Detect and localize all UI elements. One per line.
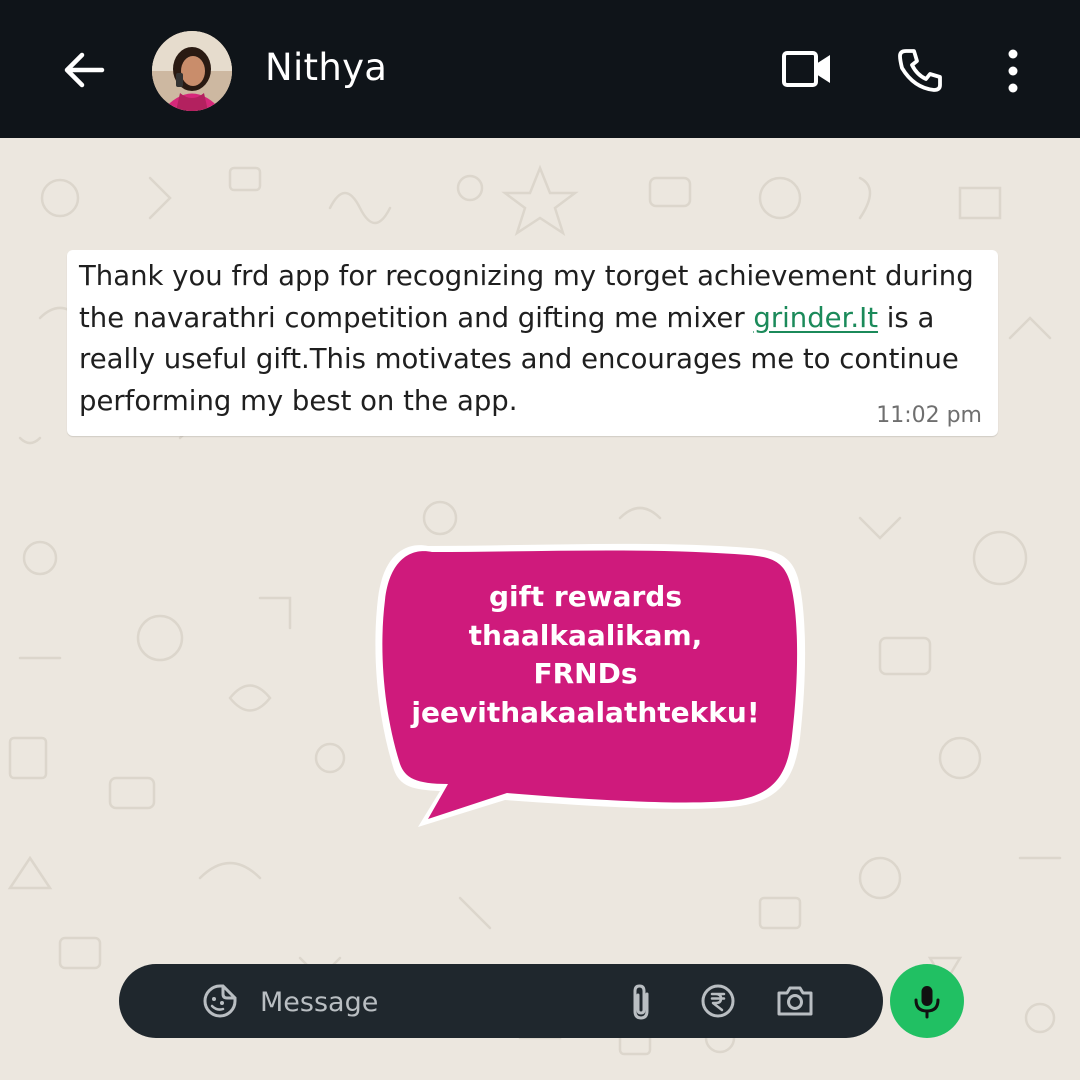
video-call-button[interactable] xyxy=(780,46,834,92)
rupee-icon xyxy=(701,984,735,1018)
more-options-button[interactable] xyxy=(1000,46,1026,96)
attachment-icon xyxy=(633,984,649,1020)
sticker-icon xyxy=(203,984,237,1018)
promo-line: jeevithakaalathtekku! xyxy=(411,695,760,729)
avatar-image xyxy=(152,31,232,111)
message-link[interactable]: grinder.It xyxy=(753,302,878,334)
video-call-icon xyxy=(782,51,830,87)
back-button[interactable] xyxy=(58,44,110,96)
contact-name[interactable]: Nithya xyxy=(265,46,387,89)
message-bubble[interactable]: Thank you frd app for recognizing my tor… xyxy=(67,250,998,436)
message-input[interactable] xyxy=(258,978,602,1026)
message-timestamp: 11:02 pm xyxy=(876,403,982,428)
contact-avatar[interactable] xyxy=(152,31,232,111)
microphone-icon xyxy=(914,986,940,1019)
back-arrow-icon xyxy=(64,52,105,88)
payment-button[interactable] xyxy=(700,983,736,1019)
more-vertical-icon xyxy=(1008,49,1018,93)
promo-line: FRNDs xyxy=(533,657,638,690)
camera-button[interactable] xyxy=(775,983,815,1019)
promo-line: thaalkaalikam, xyxy=(468,618,703,652)
voice-call-button[interactable] xyxy=(896,46,944,94)
attach-button[interactable] xyxy=(627,982,657,1022)
promo-line: gift rewards xyxy=(488,580,683,613)
camera-icon xyxy=(777,986,813,1016)
promo-text: gift rewards thaalkaalikam, FRNDs jeevit… xyxy=(393,578,778,732)
message-text: Thank you frd app for recognizing my tor… xyxy=(79,256,984,422)
voice-message-button[interactable] xyxy=(890,964,964,1038)
phone-icon xyxy=(898,49,942,92)
chat-header: Nithya xyxy=(0,0,1080,138)
sticker-button[interactable] xyxy=(202,983,238,1019)
